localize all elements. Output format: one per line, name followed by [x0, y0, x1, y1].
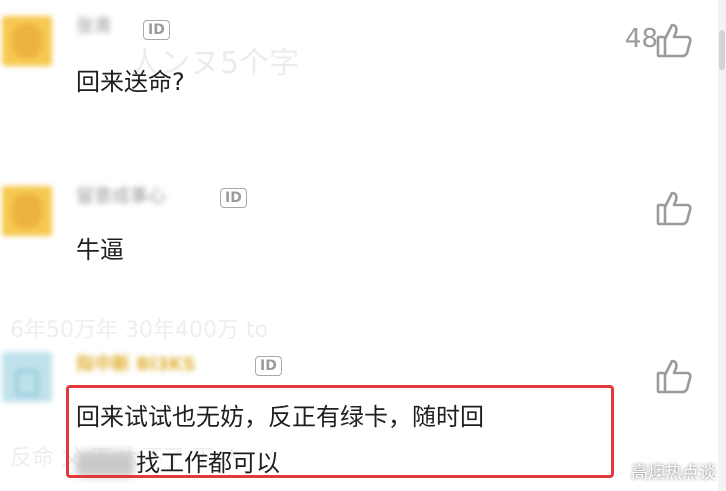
scrollbar[interactable] [718, 0, 726, 491]
thumbs-up-icon[interactable] [654, 356, 694, 396]
username[interactable]: 留意成事心 [76, 184, 166, 210]
comment-text: 牛逼 [76, 236, 124, 264]
thumbs-up-icon[interactable] [654, 188, 694, 228]
user-avatar[interactable] [2, 186, 52, 236]
username[interactable]: 拟中新 Bl3KS [76, 352, 196, 378]
background-ghost-text-2: 6年50万年 30年400万 to [10, 318, 269, 343]
id-badge: ID [255, 356, 282, 376]
scroll-thumb[interactable] [719, 30, 725, 70]
id-badge: ID [143, 20, 170, 40]
username[interactable]: 张青 [76, 14, 112, 40]
highlight-box [66, 385, 614, 478]
id-badge: ID [220, 188, 247, 208]
comment-text: 回来送命? [76, 68, 185, 96]
user-avatar[interactable] [2, 352, 52, 402]
user-avatar[interactable] [2, 16, 52, 66]
watermark: 高燠热点谈 [631, 463, 716, 483]
thumbs-up-icon[interactable] [654, 20, 694, 60]
